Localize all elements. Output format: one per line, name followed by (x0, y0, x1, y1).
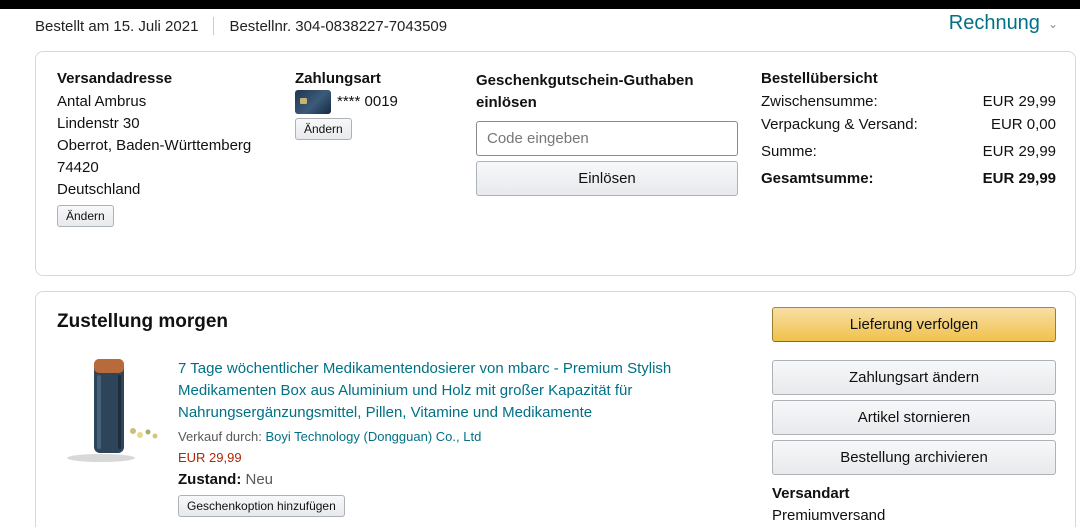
address-line: Oberrot, Baden-Württemberg (57, 137, 252, 154)
seller-link[interactable]: Boyi Technology (Dongguan) Co., Ltd (265, 429, 481, 444)
payment-heading: Zahlungsart (295, 70, 381, 87)
gift-card-heading: Geschenkgutschein-Guthaben einlösen (476, 72, 694, 111)
total-label: Gesamtsumme: (761, 170, 874, 187)
order-number: Bestellnr. 304-0838227-7043509 (229, 17, 448, 35)
invoice-dropdown[interactable]: Rechnung ⌄ (949, 12, 1058, 35)
product-title-link[interactable]: 7 Tage wöchentlicher Medikamentendosiere… (178, 358, 738, 424)
card-number: **** 0019 (337, 92, 398, 110)
product-price: EUR 29,99 (178, 450, 242, 465)
order-date: Bestellt am 15. Juli 2021 (35, 17, 199, 35)
summary-label: Zwischensumme: (761, 93, 878, 110)
shipping-address-heading: Versandadresse (57, 70, 173, 87)
address-line: Deutschland (57, 181, 141, 198)
order-actions: Lieferung verfolgen Zahlungsart ändern A… (772, 307, 1056, 524)
shipping-address-section: Versandadresse Antal Ambrus Lindenstr 30… (57, 70, 251, 227)
credit-card-icon (295, 90, 331, 114)
chevron-down-icon: ⌄ (1047, 16, 1058, 31)
shipping-method-value: Premiumversand (772, 507, 886, 524)
invoice-label[interactable]: Rechnung (949, 12, 1040, 35)
product-details: 7 Tage wöchentlicher Medikamentendosiere… (178, 358, 738, 517)
summary-value: EUR 0,00 (990, 116, 1056, 133)
delivery-status-title: Zustellung morgen (57, 311, 228, 332)
shipping-method-heading: Versandart (772, 485, 850, 502)
summary-row: Verpackung & Versand: EUR 0,00 (761, 113, 1056, 136)
add-gift-option-button[interactable]: Geschenkoption hinzufügen (178, 495, 345, 517)
address-line: Lindenstr 30 (57, 115, 140, 132)
top-black-bar (0, 0, 1080, 9)
address-line: Antal Ambrus (57, 93, 147, 110)
summary-total-row: Gesamtsumme: EUR 29,99 (761, 167, 1056, 190)
seller-prefix: Verkauf durch: (178, 429, 262, 444)
archive-order-button[interactable]: Bestellung archivieren (772, 440, 1056, 475)
condition-label: Zustand: (178, 471, 242, 488)
product-image[interactable] (61, 357, 161, 467)
change-payment-method-button[interactable]: Zahlungsart ändern (772, 360, 1056, 395)
address-line: 74420 (57, 159, 99, 176)
summary-row: Zwischensumme: EUR 29,99 (761, 90, 1056, 113)
track-delivery-button[interactable]: Lieferung verfolgen (772, 307, 1056, 342)
order-details-panel: Versandadresse Antal Ambrus Lindenstr 30… (35, 51, 1076, 276)
payment-method-section: Zahlungsart **** 0019 Ändern (295, 70, 398, 140)
condition-value: Neu (245, 471, 274, 488)
order-meta: Bestellt am 15. Juli 2021 Bestellnr. 304… (35, 17, 447, 35)
order-summary-section: Bestellübersicht Zwischensumme: EUR 29,9… (761, 70, 1056, 190)
summary-label: Verpackung & Versand: (761, 116, 918, 133)
payment-card: **** 0019 (295, 90, 398, 114)
change-payment-button[interactable]: Ändern (295, 118, 352, 140)
summary-value: EUR 29,99 (982, 93, 1056, 110)
meta-divider (213, 17, 215, 35)
product-condition: Zustand: Neu (178, 469, 738, 491)
total-value: EUR 29,99 (982, 170, 1056, 187)
delivery-panel: Zustellung morgen 7 Tage wöchentlicher M… (35, 291, 1076, 527)
gift-card-section: Geschenkgutschein-Guthaben einlösen Einl… (476, 70, 738, 196)
redeem-button[interactable]: Einlösen (476, 161, 738, 196)
summary-row: Summe: EUR 29,99 (761, 140, 1056, 163)
cancel-items-button[interactable]: Artikel stornieren (772, 400, 1056, 435)
summary-label: Summe: (761, 143, 817, 160)
summary-value: EUR 29,99 (982, 143, 1056, 160)
gift-code-input[interactable] (476, 121, 738, 156)
summary-heading: Bestellübersicht (761, 70, 878, 87)
change-address-button[interactable]: Ändern (57, 205, 114, 227)
seller-line: Verkauf durch: Boyi Technology (Dongguan… (178, 428, 738, 446)
